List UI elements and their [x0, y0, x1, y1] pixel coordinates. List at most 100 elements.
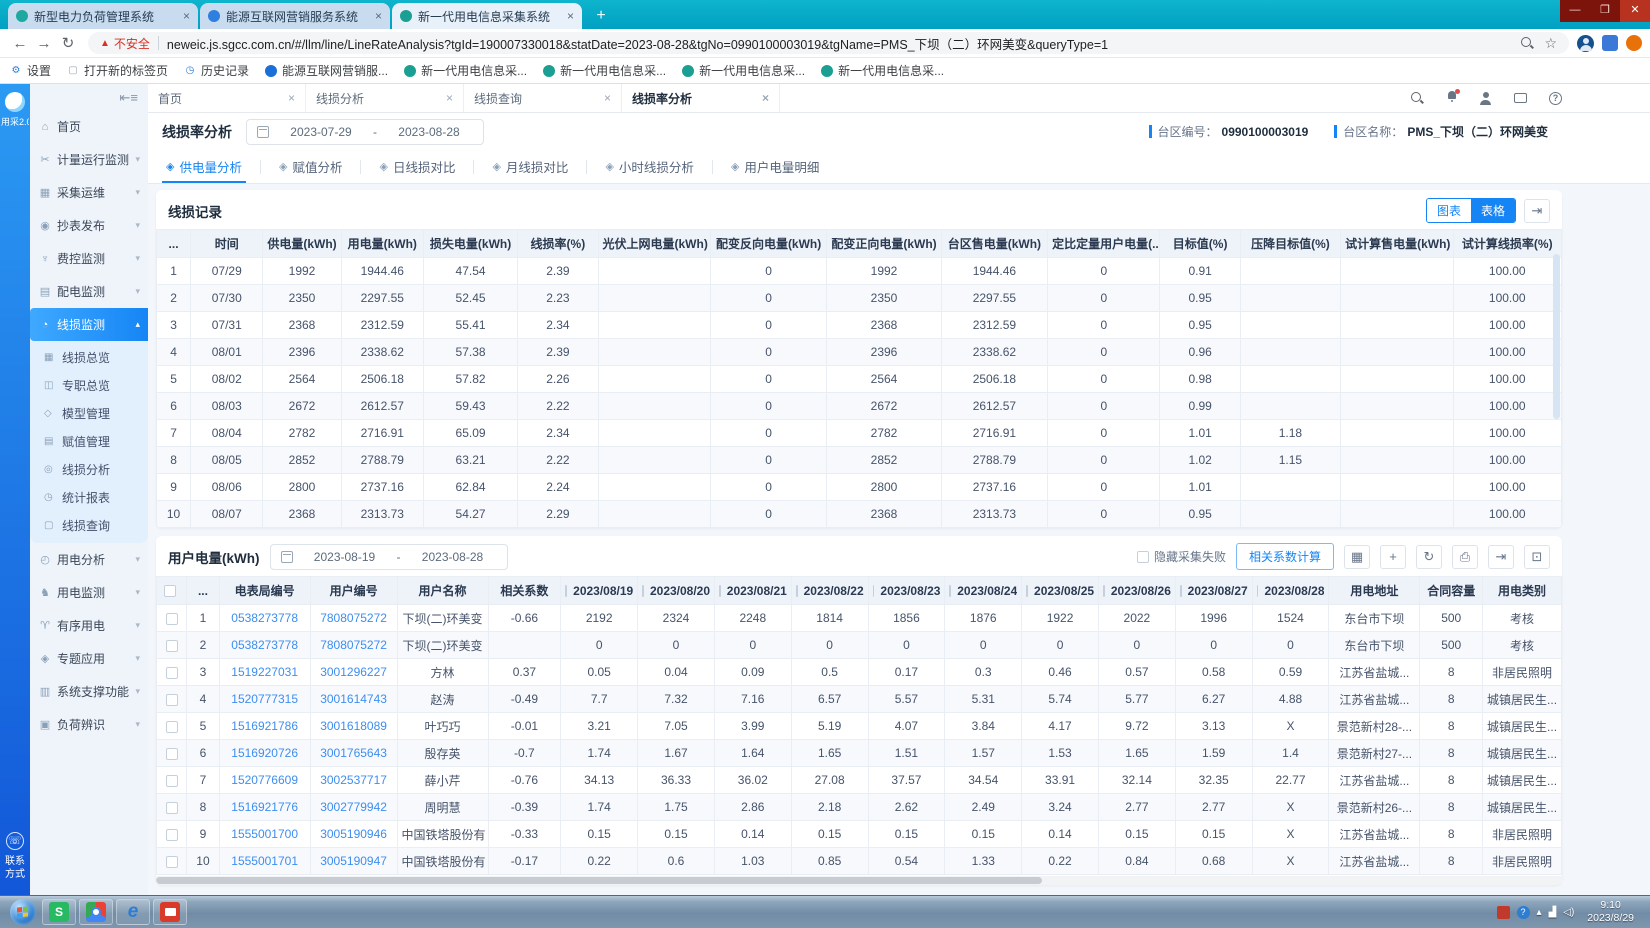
user-no-link[interactable]: 3005190947 — [310, 848, 397, 875]
subtab-用户电量明细[interactable]: ◈用户电量明细 — [713, 150, 837, 183]
sidebar-item-专题应用[interactable]: ◈专题应用▾ — [30, 642, 148, 675]
meter-no-link[interactable]: 1516921786 — [219, 713, 310, 740]
subtab-小时线损分析[interactable]: ◈小时线损分析 — [587, 150, 711, 183]
forward-button[interactable]: → — [32, 35, 56, 52]
checkbox[interactable] — [1137, 551, 1149, 563]
row-checkbox[interactable] — [166, 667, 178, 679]
workspace-tab-线损分析[interactable]: 线损分析× — [306, 84, 464, 112]
subtab-赋值分析[interactable]: ◈赋值分析 — [261, 150, 360, 183]
horizontal-scrollbar[interactable] — [156, 876, 1562, 885]
workspace-tab-首页[interactable]: 首页× — [148, 84, 306, 112]
meter-no-link[interactable]: 1516920726 — [219, 740, 310, 767]
table-view-button[interactable]: 表格 — [1471, 199, 1515, 222]
back-button[interactable]: ← — [8, 35, 32, 52]
bookmark-item[interactable]: ◷历史记录 — [184, 62, 249, 79]
meter-no-link[interactable]: 1519227031 — [219, 659, 310, 686]
add-icon[interactable]: + — [1380, 545, 1406, 569]
column-checkbox[interactable] — [1103, 585, 1105, 597]
meter-no-link[interactable]: 0538273778 — [219, 605, 310, 632]
chrome-icon[interactable] — [79, 899, 113, 925]
sidebar-item-用电监测[interactable]: ♞用电监测▾ — [30, 576, 148, 609]
contact-widget[interactable]: ☏ 联系方式 — [0, 832, 30, 881]
sidebar-subitem-线损分析[interactable]: ◎线损分析 — [30, 455, 148, 483]
sidebar-item-首页[interactable]: ⌂首页 — [30, 110, 148, 143]
user-no-link[interactable]: 3005190946 — [310, 821, 397, 848]
ie-icon[interactable]: e — [116, 899, 150, 925]
sidebar-subitem-模型管理[interactable]: ◇模型管理 — [30, 399, 148, 427]
close-tab-icon[interactable]: × — [288, 91, 295, 105]
reload-button[interactable]: ↻ — [56, 34, 80, 52]
tray-help-icon[interactable]: ? — [1517, 906, 1530, 919]
column-checkbox[interactable] — [796, 585, 798, 597]
export-icon[interactable]: ⇥ — [1524, 199, 1550, 223]
sidebar-subitem-统计报表[interactable]: ◷统计报表 — [30, 483, 148, 511]
row-checkbox[interactable] — [166, 748, 178, 760]
grid-settings-icon[interactable]: ▦ — [1344, 545, 1370, 569]
start-button[interactable] — [10, 899, 36, 925]
column-checkbox[interactable] — [949, 585, 951, 597]
close-tab-icon[interactable]: × — [183, 9, 190, 23]
sidebar-subitem-专职总览[interactable]: ◫专职总览 — [30, 371, 148, 399]
bookmark-item[interactable]: 新一代用电信息采... — [404, 62, 527, 79]
search-icon[interactable] — [1410, 91, 1424, 105]
tray-app-icon[interactable] — [1497, 906, 1510, 919]
workspace-tab-线损查询[interactable]: 线损查询× — [464, 84, 622, 112]
minimize-button[interactable]: — — [1560, 0, 1590, 22]
notifications-icon[interactable] — [1446, 91, 1457, 105]
close-tab-icon[interactable]: × — [446, 91, 453, 105]
sidebar-item-配电监测[interactable]: ▤配电监测▾ — [30, 275, 148, 308]
user-no-link[interactable]: 7808075272 — [310, 605, 397, 632]
correlation-calc-button[interactable]: 相关系数计算 — [1236, 543, 1334, 570]
sidebar-item-有序用电[interactable]: ♈有序用电▾ — [30, 609, 148, 642]
column-checkbox[interactable] — [565, 585, 567, 597]
close-tab-icon[interactable]: × — [604, 91, 611, 105]
maximize-button[interactable]: ❐ — [1590, 0, 1620, 22]
browser-menu-icon[interactable] — [1626, 35, 1642, 51]
date-start[interactable]: 2023-07-29 — [277, 125, 365, 139]
help-icon[interactable]: ? — [1549, 92, 1562, 105]
bookmark-item[interactable]: 能源互联网营销服... — [265, 62, 388, 79]
column-checkbox[interactable] — [719, 585, 721, 597]
subtab-供电量分析[interactable]: ◈供电量分析 — [162, 150, 260, 183]
date-range-picker[interactable]: 2023-08-19 - 2023-08-28 — [270, 544, 508, 570]
date-range-picker[interactable]: 2023-07-29 - 2023-08-28 — [246, 119, 484, 145]
sidebar-item-采集运维[interactable]: ▦采集运维▾ — [30, 176, 148, 209]
vertical-scrollbar[interactable] — [1553, 254, 1560, 520]
meter-no-link[interactable]: 1555001701 — [219, 848, 310, 875]
sidebar-item-抄表发布[interactable]: ◉抄表发布▾ — [30, 209, 148, 242]
chart-view-button[interactable]: 图表 — [1427, 199, 1471, 222]
extension-icon[interactable] — [1602, 35, 1618, 51]
clock[interactable]: 9:10 2023/8/29 — [1581, 899, 1640, 925]
close-button[interactable]: ✕ — [1620, 0, 1650, 22]
subtab-月线损对比[interactable]: ◈月线损对比 — [474, 150, 586, 183]
user-no-link[interactable]: 7808075272 — [310, 632, 397, 659]
volume-icon[interactable]: ◁) — [1563, 907, 1574, 918]
sidebar-item-负荷辨识[interactable]: ▣负荷辨识▾ — [30, 708, 148, 741]
fullscreen-icon[interactable] — [1514, 93, 1527, 103]
select-all-checkbox[interactable] — [164, 585, 176, 597]
export-icon[interactable]: ⇥ — [1488, 545, 1514, 569]
user-no-link[interactable]: 3001614743 — [310, 686, 397, 713]
row-checkbox[interactable] — [166, 640, 178, 652]
meter-no-link[interactable]: 1555001700 — [219, 821, 310, 848]
row-checkbox[interactable] — [166, 829, 178, 841]
meter-no-link[interactable]: 1520777315 — [219, 686, 310, 713]
hide-failed-checkbox[interactable]: 隐藏采集失败 — [1137, 548, 1226, 565]
column-checkbox[interactable] — [642, 585, 644, 597]
meter-no-link[interactable]: 1520776609 — [219, 767, 310, 794]
close-tab-icon[interactable]: × — [762, 91, 769, 105]
sidebar-subitem-赋值管理[interactable]: ▤赋值管理 — [30, 427, 148, 455]
column-checkbox[interactable] — [1026, 585, 1028, 597]
sidebar-item-用电分析[interactable]: ◴用电分析▾ — [30, 543, 148, 576]
wps-icon[interactable]: S — [42, 899, 76, 925]
user-icon[interactable] — [1479, 92, 1492, 105]
meter-no-link[interactable]: 1516921776 — [219, 794, 310, 821]
collapse-sidebar-icon[interactable]: ⇤≡ — [30, 88, 148, 110]
security-warning[interactable]: 不安全 — [114, 35, 150, 52]
row-checkbox[interactable] — [166, 856, 178, 868]
search-icon[interactable] — [1520, 36, 1534, 50]
bookmark-item[interactable]: 新一代用电信息采... — [543, 62, 666, 79]
user-no-link[interactable]: 3001765643 — [310, 740, 397, 767]
row-checkbox[interactable] — [166, 721, 178, 733]
profile-icon[interactable] — [1577, 35, 1594, 52]
